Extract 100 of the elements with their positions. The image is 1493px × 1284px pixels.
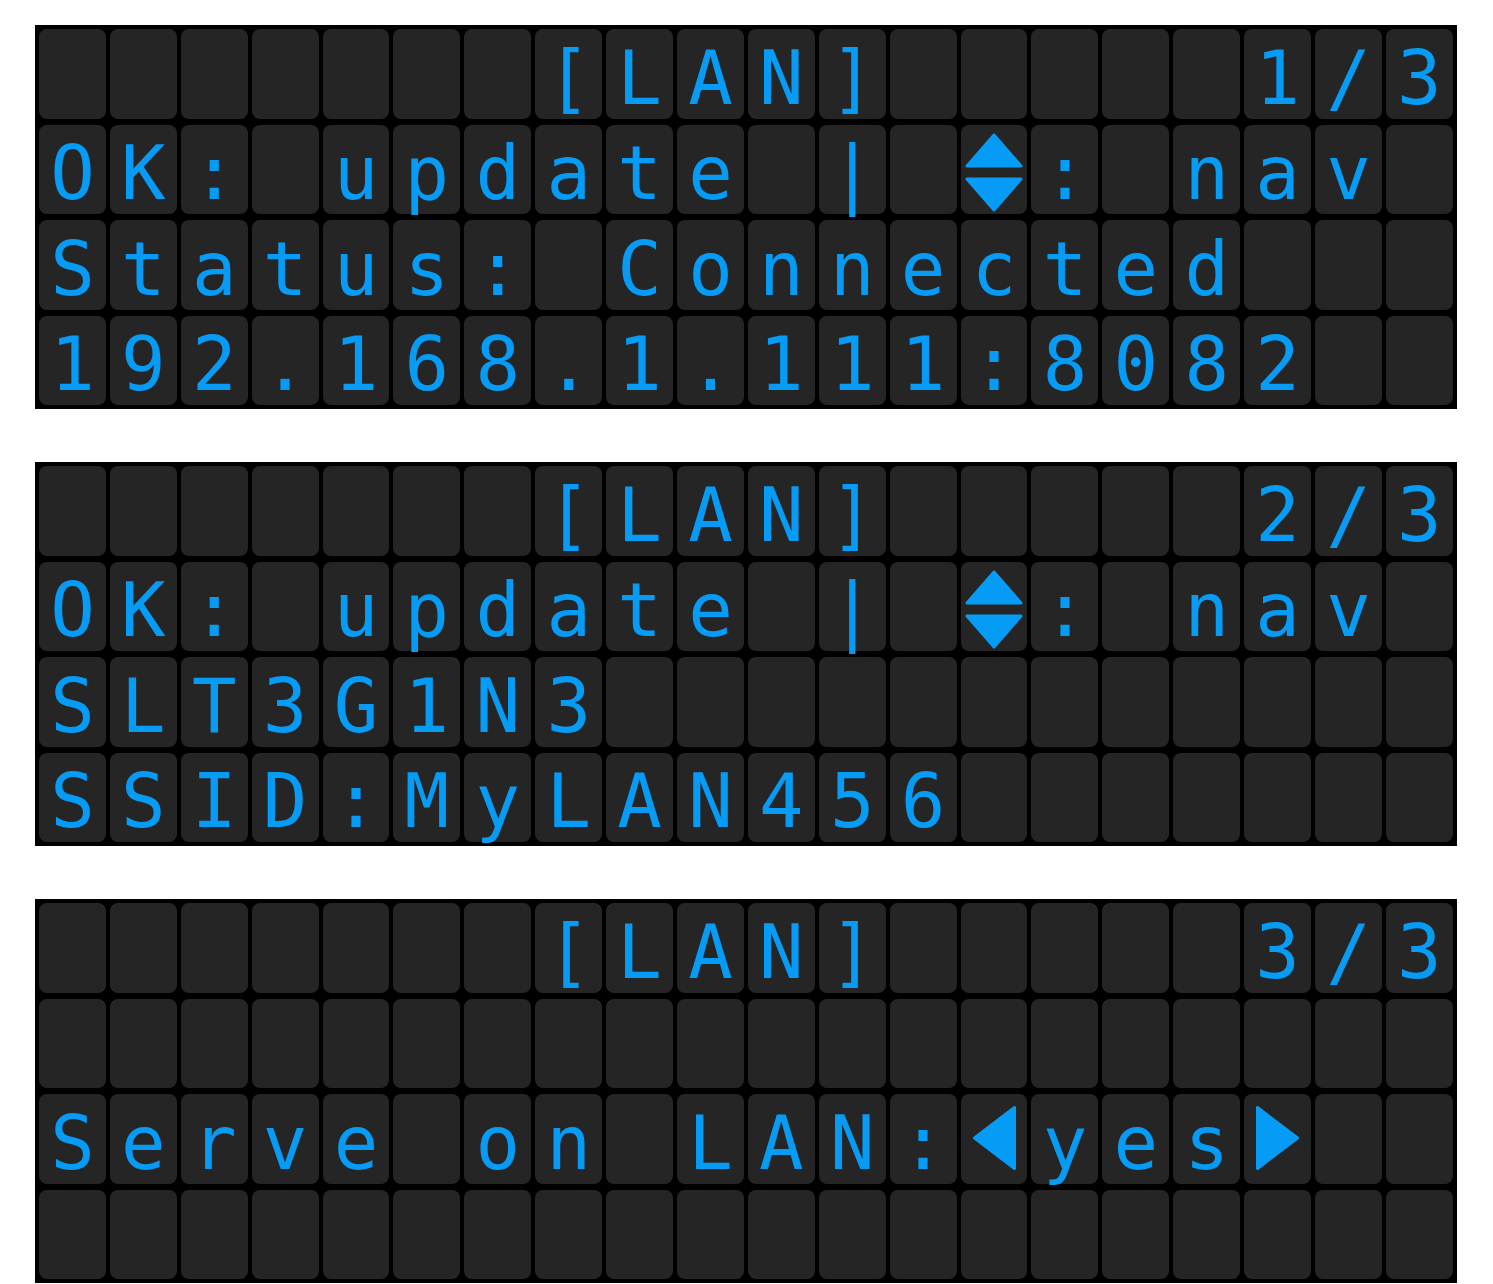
lcd-cell: 3 [1385, 466, 1453, 556]
lcd-cell: o [677, 220, 744, 310]
lcd-cell: 8 [1173, 315, 1241, 405]
lcd-cell: N [747, 29, 815, 119]
lcd-cell: t [109, 220, 177, 310]
lcd-cell: p [393, 124, 461, 214]
lcd-cell: L [535, 752, 603, 842]
lcd-cell: e [1102, 1094, 1170, 1184]
lcd-cell: d [464, 561, 532, 651]
lcd-cell: A [606, 752, 673, 842]
lcd-cell: e [322, 1094, 390, 1184]
lcd-cell: t [1031, 220, 1099, 310]
lcd-cell: S [39, 657, 106, 747]
lcd-cell: 1 [606, 315, 673, 405]
lcd-cell: n [1173, 561, 1241, 651]
lcd-cell: I [180, 752, 248, 842]
lcd-cell: 1 [393, 657, 461, 747]
lcd-cell: p [393, 561, 461, 651]
lcd-cell: v [1315, 561, 1382, 651]
lcd-cell: 6 [393, 315, 461, 405]
lcd-cell: a [1244, 124, 1312, 214]
lcd-cell: A [677, 466, 744, 556]
lcd-cell: 1 [1244, 29, 1312, 119]
lcd-cell: K [109, 561, 177, 651]
lcd-cell: : [1031, 561, 1099, 651]
lcd-cell: y [464, 752, 532, 842]
lcd-cell: S [39, 752, 106, 842]
lcd-cell: e [677, 561, 744, 651]
lcd-cell: 2 [1244, 466, 1312, 556]
lcd-cell: s [1173, 1094, 1241, 1184]
lcd-cell: N [677, 752, 744, 842]
lcd-cell: / [1315, 903, 1382, 993]
lcd-cell: e [109, 1094, 177, 1184]
lcd-cell: S [39, 220, 106, 310]
lcd-cell: 9 [109, 315, 177, 405]
lcd-cell: . [677, 315, 744, 405]
lcd-cell: / [1315, 29, 1382, 119]
lcd-cell: O [39, 124, 106, 214]
lcd-cell: u [322, 220, 390, 310]
lcd-cell: 3 [1385, 903, 1453, 993]
lcd-cell: A [747, 1094, 815, 1184]
lcd-cell: C [606, 220, 673, 310]
lcd-cell: 1 [818, 315, 886, 405]
lcd-cell: A [677, 903, 744, 993]
lcd-cell: c [960, 220, 1028, 310]
lcd-cell: N [464, 657, 532, 747]
lcd-cell: a [180, 220, 248, 310]
lcd-cell: d [464, 124, 532, 214]
lcd-cell: 1 [39, 315, 106, 405]
lcd-cell: t [251, 220, 319, 310]
lcd-cell: N [818, 1094, 886, 1184]
lcd-cell: u [322, 561, 390, 651]
lcd-cell: N [747, 466, 815, 556]
lcd-cell: n [535, 1094, 603, 1184]
up-down-arrows-icon [965, 569, 1023, 649]
lcd-cell: n [1173, 124, 1241, 214]
lcd-cell: : [180, 124, 248, 214]
lcd-cell: L [606, 466, 673, 556]
lcd-cell: v [1315, 124, 1382, 214]
lcd-cell: 5 [818, 752, 886, 842]
lcd-cell: 3 [1385, 29, 1453, 119]
lcd-cell: 0 [1102, 315, 1170, 405]
lcd-cell: r [180, 1094, 248, 1184]
left-triangle-icon [972, 1106, 1016, 1170]
up-down-arrows-icon [965, 132, 1023, 212]
lcd-cell: T [180, 657, 248, 747]
lcd-cell: 6 [889, 752, 957, 842]
lcd-cell: . [535, 315, 603, 405]
lcd-cell: 8 [464, 315, 532, 405]
lcd-cell: [ [535, 29, 603, 119]
lcd-cell: n [818, 220, 886, 310]
lcd-cell: [ [535, 466, 603, 556]
lcd-cell: S [109, 752, 177, 842]
lcd-cell: u [322, 124, 390, 214]
lcd-cell: ] [818, 466, 886, 556]
lcd-cell: L [677, 1094, 744, 1184]
lcd-cell: t [606, 124, 673, 214]
lcd-cell: 3 [251, 657, 319, 747]
lcd-cell: e [1102, 220, 1170, 310]
lcd-cell: O [39, 561, 106, 651]
lcd-cell: a [1244, 561, 1312, 651]
lcd-cell: 2 [1244, 315, 1312, 405]
lcd-cell: a [535, 124, 603, 214]
lcd-cell: L [606, 903, 673, 993]
lcd-cell: : [960, 315, 1028, 405]
lcd-cell: n [747, 220, 815, 310]
lcd-cell: G [322, 657, 390, 747]
lcd-cell: t [606, 561, 673, 651]
lcd-cell: K [109, 124, 177, 214]
lcd-cell: [ [535, 903, 603, 993]
lcd-cell: a [535, 561, 603, 651]
lcd-cell: S [39, 1094, 106, 1184]
lcd-cell: s [393, 220, 461, 310]
lcd-cell: ] [818, 29, 886, 119]
lcd-cell: 1 [889, 315, 957, 405]
lcd-cell: D [251, 752, 319, 842]
lcd-cell: A [677, 29, 744, 119]
lcd-cell: 3 [1244, 903, 1312, 993]
lcd-cell: o [464, 1094, 532, 1184]
lcd-cell: L [606, 29, 673, 119]
